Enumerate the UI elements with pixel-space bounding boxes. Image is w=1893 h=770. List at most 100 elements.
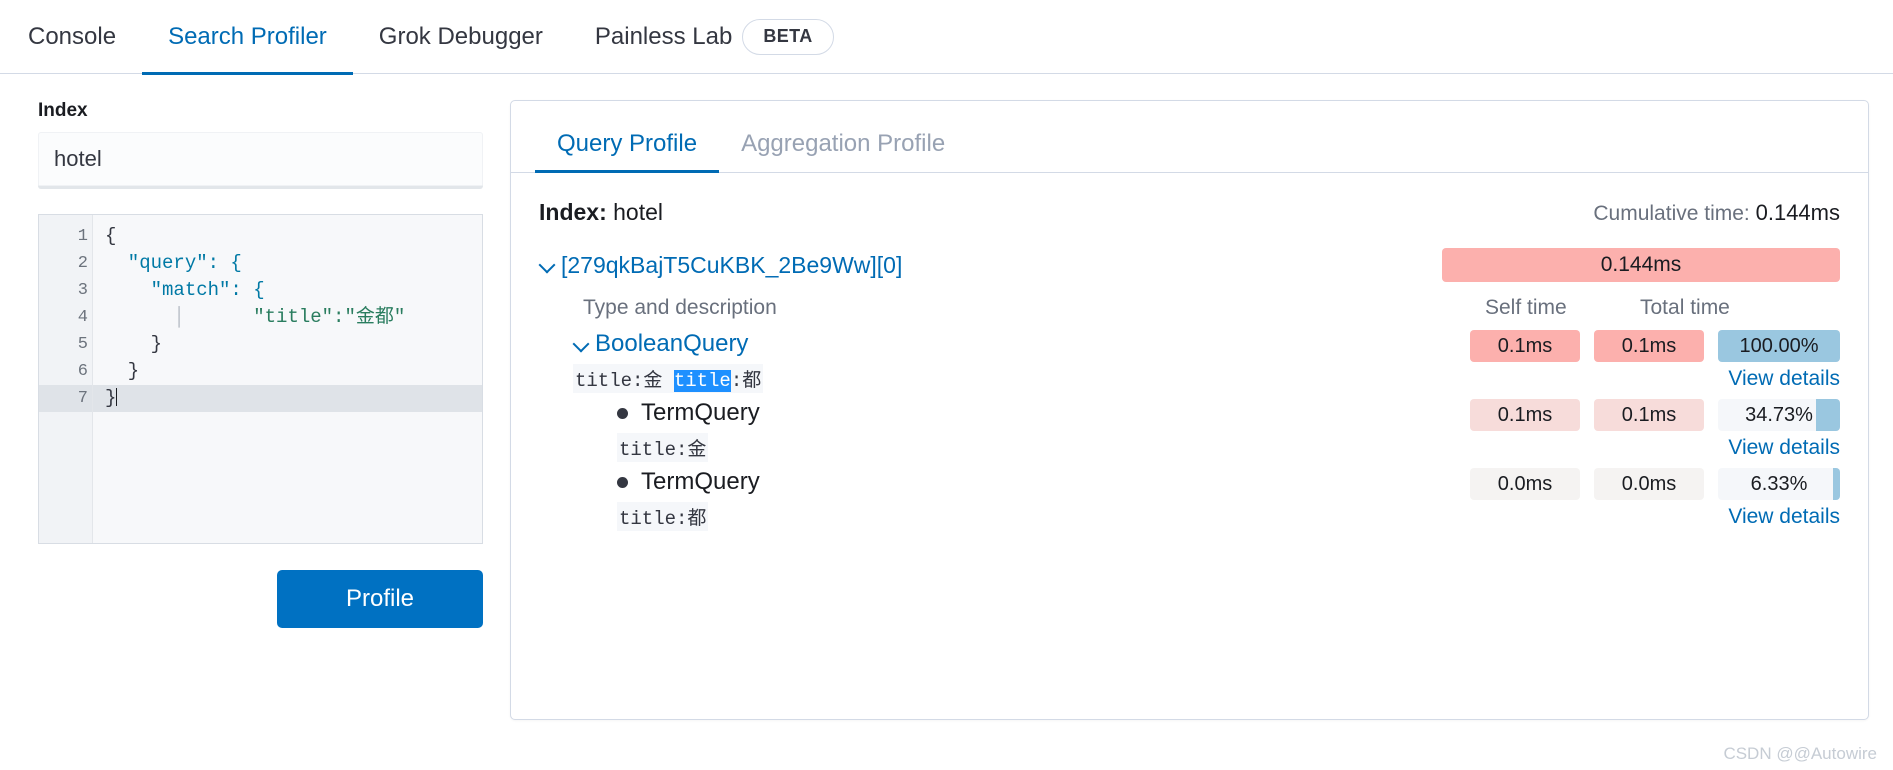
tab-painless-lab[interactable]: Painless Lab BETA: [569, 0, 860, 74]
shard-total-time-bar: 0.144ms: [1442, 248, 1840, 282]
total-time-badge: 0.0ms: [1594, 468, 1704, 500]
profile-row-left: TermQuery title:都: [617, 468, 1470, 531]
code-line-text: {: [105, 225, 117, 247]
gutter-line: 1▾: [39, 223, 104, 250]
profiler-body: Index 1▾ 2▾ 3▾ 4 5 6 7 { "query": { "mat…: [0, 74, 1893, 770]
cumulative-time-label: Cumulative time:: [1593, 202, 1750, 225]
line-number: 6: [77, 362, 88, 381]
code-line: }: [93, 385, 482, 412]
percent-badge: 34.73%: [1718, 399, 1840, 431]
profile-row-left: TermQuery title:金: [617, 399, 1470, 462]
tab-query-profile-label: Query Profile: [557, 130, 698, 157]
query-type: TermQuery: [617, 399, 1470, 427]
query-desc-part: title:金: [575, 370, 674, 392]
tab-query-profile[interactable]: Query Profile: [535, 130, 720, 173]
percent-label: 6.33%: [1750, 472, 1808, 495]
code-line: }: [93, 331, 482, 358]
total-time-badge: 0.1ms: [1594, 399, 1704, 431]
index-input[interactable]: [38, 132, 483, 188]
profile-index-title: Index: hotel: [539, 199, 663, 226]
shard-toggle[interactable]: [279qkBajT5CuKBK_2Be9Ww][0]: [539, 252, 902, 279]
gutter-line: 5: [39, 331, 92, 358]
code-line-text: }: [105, 387, 117, 409]
column-header-total-time: Total time: [1640, 296, 1730, 319]
profile-tab-bar: Query Profile Aggregation Profile: [511, 101, 1868, 173]
watermark: CSDN @@Autowire: [1723, 744, 1877, 763]
code-line: │ "title":"金都": [105, 306, 406, 328]
line-number: 2: [77, 254, 88, 273]
query-desc-part: title:都: [619, 508, 707, 530]
percent-label: 100.00%: [1739, 334, 1819, 357]
line-number: 7: [77, 389, 88, 408]
editor-gutter: 1▾ 2▾ 3▾ 4 5 6 7: [39, 215, 104, 543]
gutter-line: 3▾: [39, 277, 104, 304]
code-line: "match": {: [93, 277, 482, 304]
self-time-badge: 0.1ms: [1470, 399, 1580, 431]
beta-badge: BETA: [742, 18, 834, 55]
time-badges: 0.1ms 0.1ms 100.00%: [1470, 330, 1840, 362]
line-number: 5: [77, 335, 88, 354]
query-desc-part: title:金: [619, 439, 707, 461]
profile-button-row: Profile: [38, 570, 483, 628]
gutter-line: 4: [39, 304, 92, 331]
self-time-badge: 0.1ms: [1470, 330, 1580, 362]
view-details-link[interactable]: View details: [1728, 436, 1840, 460]
percent-bar-fill: [1832, 468, 1840, 500]
query-type-label: TermQuery: [641, 399, 760, 426]
text-caret: [116, 388, 118, 406]
query-type-label: TermQuery: [641, 468, 760, 495]
query-desc-part: :都: [730, 370, 762, 392]
percent-bar-fill: [1815, 399, 1840, 431]
profile-row-right: 0.1ms 0.1ms 100.00% View details: [1470, 330, 1840, 391]
view-details-link[interactable]: View details: [1728, 505, 1840, 529]
profile-row-left: BooleanQuery title:金 title:都: [573, 330, 1470, 393]
code-line: {: [93, 223, 482, 250]
percent-badge: 6.33%: [1718, 468, 1840, 500]
shard-id-label: [279qkBajT5CuKBK_2Be9Ww][0]: [561, 251, 903, 278]
time-badges: 0.0ms 0.0ms 6.33%: [1470, 468, 1840, 500]
query-desc-part-selected: title: [673, 370, 731, 392]
percent-badge: 100.00%: [1718, 330, 1840, 362]
tab-console[interactable]: Console: [2, 0, 142, 74]
editor-code-area[interactable]: { "query": { "match": { │ "title":"金都" }…: [93, 215, 482, 543]
query-type-label: BooleanQuery: [595, 330, 749, 357]
profile-row-right: 0.1ms 0.1ms 34.73% View details: [1470, 399, 1840, 460]
profile-content: Index: hotel Cumulative time: 0.144ms [2…: [511, 173, 1868, 719]
query-description: title:金: [617, 433, 709, 462]
tab-grok-debugger[interactable]: Grok Debugger: [353, 0, 569, 74]
tab-search-profiler[interactable]: Search Profiler: [142, 0, 353, 75]
tab-painless-lab-label: Painless Lab: [594, 22, 733, 50]
index-field-label: Index: [38, 100, 88, 121]
profile-button[interactable]: Profile: [277, 570, 483, 628]
query-type: TermQuery: [617, 468, 1470, 496]
profile-row-booleanquery: BooleanQuery title:金 title:都 0.1ms 0.1ms…: [539, 330, 1840, 393]
code-line-text: }: [105, 360, 140, 382]
search-profiler-app: Console Search Profiler Grok Debugger Pa…: [0, 0, 1893, 770]
tab-aggregation-profile-label: Aggregation Profile: [741, 130, 946, 157]
total-time-badge: 0.1ms: [1594, 330, 1704, 362]
profile-row-termquery-1: TermQuery title:金 0.1ms 0.1ms 34.73% Vie…: [539, 399, 1840, 462]
json-query-editor[interactable]: 1▾ 2▾ 3▾ 4 5 6 7 { "query": { "match": {…: [38, 214, 483, 544]
profile-summary-row: Index: hotel Cumulative time: 0.144ms: [539, 199, 1840, 226]
column-header-self-time: Self time: [1485, 296, 1567, 319]
code-line-text: }: [105, 333, 163, 355]
code-line-text: "match": {: [105, 279, 265, 301]
tab-search-profiler-label: Search Profiler: [168, 22, 327, 50]
percent-label: 34.73%: [1745, 403, 1813, 426]
code-line-text: "query": {: [105, 252, 242, 274]
chevron-down-icon: [539, 256, 557, 274]
code-line-text: "title":"金都": [184, 306, 406, 328]
line-number: 4: [77, 308, 88, 327]
line-number: 1: [77, 227, 88, 246]
profile-index-value: hotel: [613, 199, 663, 225]
profile-row-termquery-2: TermQuery title:都 0.0ms 0.0ms 6.33% View…: [539, 468, 1840, 531]
column-header-type: Type and description: [583, 296, 777, 319]
query-type-toggle[interactable]: BooleanQuery: [573, 330, 1470, 358]
tab-console-label: Console: [28, 22, 117, 50]
code-line: "query": {: [93, 250, 482, 277]
chevron-down-icon: [573, 335, 591, 353]
view-details-link[interactable]: View details: [1728, 367, 1840, 391]
code-line: }: [93, 358, 482, 385]
shard-row: [279qkBajT5CuKBK_2Be9Ww][0] 0.144ms: [539, 248, 1840, 282]
tab-aggregation-profile[interactable]: Aggregation Profile: [719, 130, 967, 172]
